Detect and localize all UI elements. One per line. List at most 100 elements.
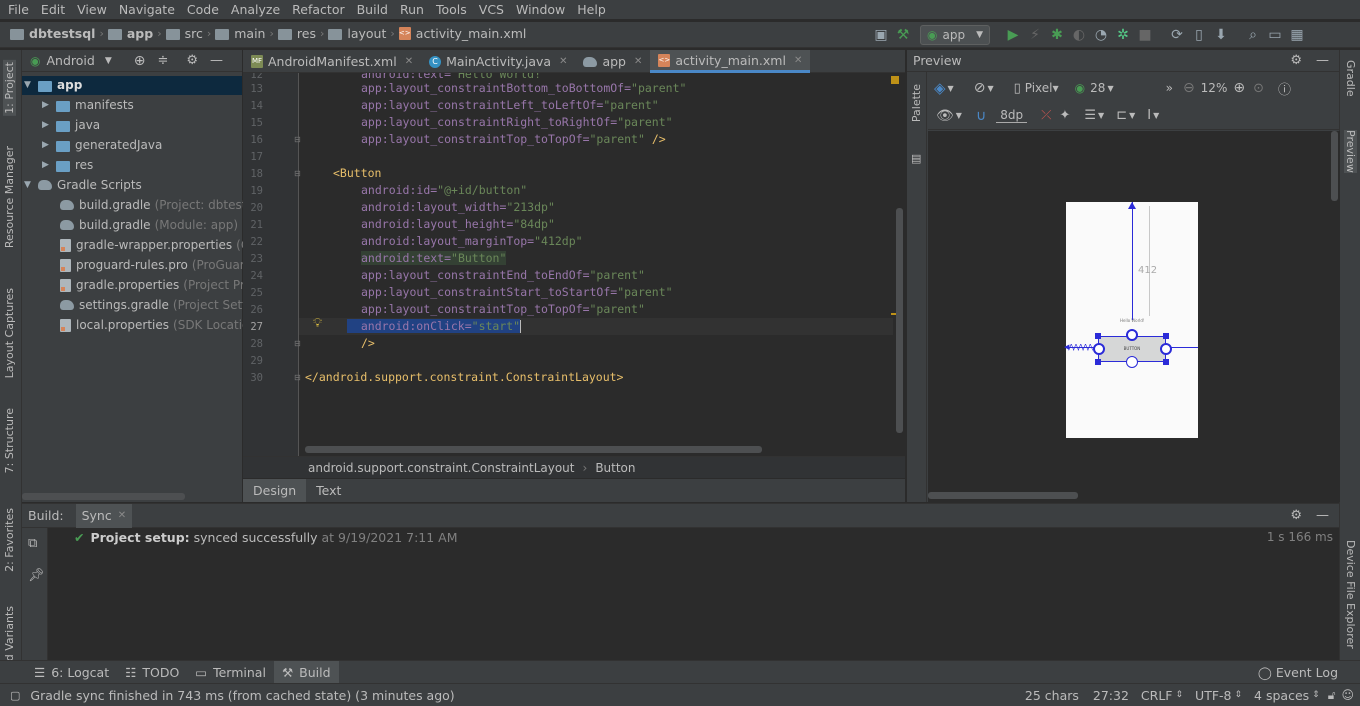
grid-icon[interactable]: ▦	[1286, 24, 1308, 46]
dropdown-arrow-icon[interactable]: ▼	[948, 84, 954, 93]
tab-todo[interactable]: ☷ TODO	[117, 661, 187, 684]
gear-icon[interactable]: ⚙	[186, 53, 198, 68]
build-message-row[interactable]: ✔ Project setup: synced successfully at …	[74, 530, 458, 545]
tab-sync[interactable]: Sync ✕	[75, 503, 133, 528]
search-icon[interactable]: ⌕	[1242, 24, 1264, 46]
zoom-fit-icon[interactable]: ⊙	[1253, 81, 1264, 96]
attach-debugger-icon[interactable]: ✲	[1112, 24, 1134, 46]
hello-world-text[interactable]: Hello World!	[1120, 318, 1144, 323]
file-encoding[interactable]: UTF-8	[1195, 688, 1231, 703]
vertical-scrollbar[interactable]	[896, 208, 903, 433]
tool-tab-gradle[interactable]: Gradle	[1344, 60, 1357, 97]
fold-icon[interactable]: ⊟	[294, 135, 301, 144]
dropdown-arrow-icon[interactable]: ▼	[956, 111, 962, 120]
anchor-handle[interactable]	[1126, 329, 1138, 341]
eye-icon[interactable]: 👁︎	[936, 108, 954, 124]
zoom-out-icon[interactable]: ⊖	[1183, 80, 1195, 96]
dropdown-arrow-icon[interactable]: ▼	[105, 56, 112, 66]
lightbulb-icon[interactable]: 💡︎	[313, 316, 322, 331]
project-view-mode[interactable]: Android	[46, 53, 94, 68]
close-icon[interactable]: ✕	[405, 56, 413, 67]
warning-marker-icon[interactable]	[891, 76, 899, 84]
tab-logcat[interactable]: ☰ 6: Logcat	[26, 661, 117, 684]
minimize-icon[interactable]: —	[210, 53, 223, 68]
horizontal-scrollbar[interactable]	[305, 446, 762, 453]
line-separator[interactable]: CRLF	[1141, 688, 1173, 703]
tool-tab-project[interactable]: 1: Project	[3, 60, 16, 116]
code-editor[interactable]: 12 13 14 15 16 17 18 19 20 21 22 23 24 2…	[243, 73, 905, 456]
horizontal-scrollbar[interactable]	[928, 492, 1078, 499]
toggle-tool-windows-icon[interactable]: ▢	[10, 689, 20, 702]
debug-icon[interactable]: ✱	[1046, 24, 1068, 46]
breadcrumb-app[interactable]: app	[127, 26, 153, 41]
breadcrumb-layout[interactable]: layout	[347, 26, 386, 41]
layers-icon[interactable]: ◈	[934, 79, 946, 97]
tab-activity-main[interactable]: <> activity_main.xml ✕	[650, 50, 811, 73]
menu-view[interactable]: View	[71, 2, 113, 17]
device-screen[interactable]: 412 Hello World! ◀⋀⋀⋀⋀⋀ ⋀⋀⋀⋀⋀▶ BUTTON	[1064, 202, 1198, 438]
tree-item-manifests[interactable]: ▶ manifests	[42, 95, 134, 115]
menu-help[interactable]: Help	[571, 2, 612, 17]
align-icon[interactable]: ⊏	[1116, 108, 1127, 123]
anchor-handle[interactable]	[1093, 343, 1105, 355]
caret-position[interactable]: 27:32	[1093, 688, 1129, 703]
close-icon[interactable]: ✕	[559, 56, 567, 67]
breadcrumb-constraint-layout[interactable]: android.support.constraint.ConstraintLay…	[308, 461, 575, 475]
resize-handle[interactable]	[1163, 359, 1169, 365]
minimize-icon[interactable]: —	[1316, 53, 1329, 68]
close-icon[interactable]: ✕	[118, 510, 126, 521]
breadcrumb-src[interactable]: src	[185, 26, 203, 41]
menu-window[interactable]: Window	[510, 2, 571, 17]
coverage-icon[interactable]: ◐	[1068, 24, 1090, 46]
apply-changes-icon[interactable]: ⚡	[1024, 24, 1046, 46]
close-icon[interactable]: ✕	[634, 56, 642, 67]
layout-inspector-icon[interactable]: ▭	[1264, 24, 1286, 46]
overflow-icon[interactable]: »	[1166, 81, 1173, 95]
tab-build[interactable]: ⚒ Build	[273, 660, 339, 684]
menu-vcs[interactable]: VCS	[473, 2, 510, 17]
dropdown-arrow-icon[interactable]: ▼	[1129, 111, 1135, 120]
tool-tab-preview[interactable]: Preview	[1344, 130, 1357, 173]
status-message[interactable]: Gradle sync finished in 743 ms (from cac…	[30, 688, 454, 703]
menu-file[interactable]: File	[2, 2, 35, 17]
orientation-icon[interactable]: ⊘	[974, 80, 986, 96]
menu-build[interactable]: Build	[351, 2, 394, 17]
pin-icon[interactable]: 📌︎	[28, 568, 45, 583]
magnet-icon[interactable]: ∪	[976, 108, 986, 124]
device-select[interactable]: Pixel	[1025, 81, 1053, 95]
inspector-icon[interactable]: ☺	[1341, 688, 1354, 702]
locate-icon[interactable]: ⊕	[134, 53, 146, 69]
tree-item-gradle-wrapper[interactable]: gradle-wrapper.properties (Gra	[60, 235, 262, 255]
dropdown-arrow-icon[interactable]: ▼	[1098, 111, 1104, 120]
zoom-in-icon[interactable]: ⊕	[1233, 80, 1245, 96]
run-config-select[interactable]: ◉ app ▼	[920, 25, 990, 45]
tab-main-activity[interactable]: C MainActivity.java ✕	[421, 50, 575, 73]
event-log-button[interactable]: ◯ Event Log	[1250, 661, 1346, 684]
tree-item-proguard[interactable]: proguard-rules.pro (ProGuard R	[60, 255, 264, 275]
breadcrumb-project[interactable]: dbtestsql	[29, 26, 95, 41]
sync-gradle-icon[interactable]: ⟳	[1166, 24, 1188, 46]
tool-tab-structure[interactable]: 7: Structure	[3, 408, 16, 473]
hammer-icon[interactable]: ⚒	[892, 24, 914, 46]
component-tree-icon[interactable]: ▤	[911, 152, 921, 165]
tab-android-manifest[interactable]: MF AndroidManifest.xml ✕	[243, 50, 421, 73]
tree-item-settings-gradle[interactable]: settings.gradle (Project Setting	[60, 295, 265, 315]
tab-terminal[interactable]: ▭ Terminal	[187, 661, 274, 684]
tree-item-gradle-scripts[interactable]: ▼ Gradle Scripts	[24, 175, 142, 195]
tree-item-build-gradle-project[interactable]: build.gradle (Project: dbtestsql)	[60, 195, 268, 215]
dropdown-arrow-icon[interactable]: ▼	[1153, 111, 1159, 120]
minimize-icon[interactable]: —	[1316, 508, 1329, 523]
indent-setting[interactable]: 4 spaces	[1254, 688, 1309, 703]
tree-item-res[interactable]: ▶ res	[42, 155, 93, 175]
menu-code[interactable]: Code	[181, 2, 225, 17]
api-select[interactable]: 28	[1090, 81, 1105, 95]
clear-constraints-icon[interactable]: ⤫	[1041, 108, 1051, 123]
dropdown-arrow-icon[interactable]: ▼	[987, 84, 993, 93]
tool-tab-layout-captures[interactable]: Layout Captures	[3, 288, 16, 378]
sdk-manager-icon[interactable]: ⬇	[1210, 24, 1232, 46]
fold-icon[interactable]: ⊟	[294, 169, 301, 178]
avd-manager-icon[interactable]: ▯	[1188, 24, 1210, 46]
profile-icon[interactable]: ◔	[1090, 24, 1112, 46]
tree-item-app[interactable]: ▼ app	[24, 75, 82, 95]
tree-item-generatedjava[interactable]: ▶ generatedJava	[42, 135, 162, 155]
